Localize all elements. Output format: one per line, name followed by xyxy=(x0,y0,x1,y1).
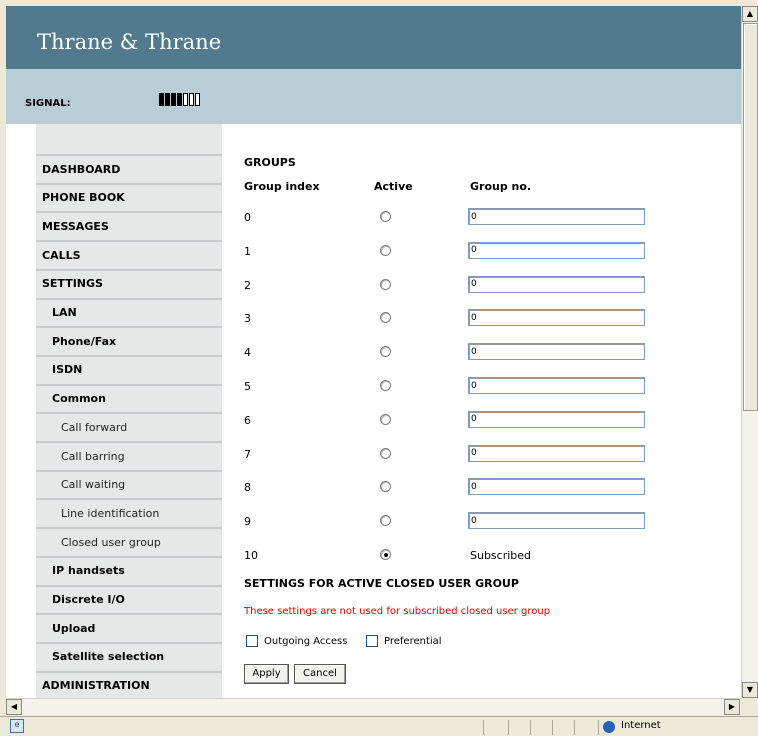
group-index-label: 5 xyxy=(244,380,251,393)
sidebar-item-line-identification[interactable]: Line identification xyxy=(36,498,222,526)
group-index-label: 1 xyxy=(244,244,251,258)
sidebar-item-administration[interactable]: ADMINISTRATION xyxy=(36,670,222,698)
main-panel: GROUPS Group index Active Group no. 0 1 2 3… xyxy=(222,124,741,698)
sidebar-item-upload[interactable]: Upload xyxy=(36,613,222,641)
signal-bar-segment xyxy=(171,93,176,106)
brand-logo: Thrane & Thrane xyxy=(37,30,222,54)
scroll-left-icon[interactable]: ◀ xyxy=(6,699,22,715)
column-header-index: Group index xyxy=(244,180,320,193)
group-active-radio[interactable] xyxy=(380,211,391,222)
group-index-label: 2 xyxy=(244,278,251,292)
preferential-checkbox[interactable] xyxy=(366,635,378,647)
group-active-radio[interactable] xyxy=(380,447,391,459)
sidebar-item-dashboard[interactable]: DASHBOARD xyxy=(36,154,222,182)
signal-bar-segment xyxy=(165,93,170,106)
sidebar-item-call-forward[interactable]: Call forward xyxy=(36,412,222,440)
signal-bar-segment xyxy=(183,93,188,106)
status-divider xyxy=(530,720,531,735)
group-active-radio[interactable] xyxy=(380,413,391,425)
horizontal-scrollbar[interactable]: ◀ ▶ xyxy=(6,698,741,715)
sidebar-item-isdn[interactable]: ISDN xyxy=(36,354,222,383)
group-number-input[interactable] xyxy=(468,309,645,327)
group-active-radio[interactable] xyxy=(380,380,391,391)
group-active-radio[interactable] xyxy=(380,346,391,358)
group-index-label: 10 xyxy=(244,549,258,562)
security-zone-label: Internet xyxy=(621,720,661,731)
group-index-label: 7 xyxy=(244,447,251,461)
sidebar-item-phone-fax[interactable]: Phone/Fax xyxy=(36,326,222,354)
group-number-input[interactable] xyxy=(468,444,645,462)
group-index-label: 8 xyxy=(244,481,251,495)
status-divider xyxy=(508,720,509,735)
signal-meter xyxy=(159,93,200,106)
cancel-button[interactable]: Cancel xyxy=(294,664,346,684)
status-divider xyxy=(552,720,553,735)
sidebar-item-calls[interactable]: CALLS xyxy=(36,240,222,268)
outgoing-access-checkbox[interactable] xyxy=(246,635,258,647)
group-active-radio[interactable] xyxy=(380,312,391,324)
sidebar-item-satellite-selection[interactable]: Satellite selection xyxy=(36,641,222,670)
sidebar-item-settings[interactable]: SETTINGS xyxy=(36,268,222,297)
column-header-group-no: Group no. xyxy=(470,180,532,193)
scroll-up-icon[interactable]: ▲ xyxy=(742,6,758,22)
apply-button[interactable]: Apply xyxy=(244,664,289,684)
status-divider xyxy=(483,720,484,735)
scroll-right-icon[interactable]: ▶ xyxy=(724,699,740,715)
group-active-radio[interactable] xyxy=(380,278,391,290)
page-header: Thrane & Thrane xyxy=(6,6,741,69)
signal-bar: SIGNAL: xyxy=(6,69,741,124)
group-number-input[interactable] xyxy=(468,377,645,394)
group-active-radio[interactable] xyxy=(380,244,391,256)
group-number-input[interactable] xyxy=(468,512,645,530)
group-number-input[interactable] xyxy=(468,343,645,361)
group-index-label: 0 xyxy=(244,211,251,224)
sidebar-item-lan[interactable]: LAN xyxy=(36,297,222,326)
group-active-radio[interactable] xyxy=(380,549,391,560)
group-index-label: 6 xyxy=(244,413,251,427)
group-number-input[interactable] xyxy=(468,478,645,496)
signal-bar-segment xyxy=(177,93,182,106)
page-icon: e xyxy=(10,719,24,733)
internet-zone-icon xyxy=(603,721,615,733)
sidebar-item-messages[interactable]: MESSAGES xyxy=(36,211,222,239)
group-active-radio[interactable] xyxy=(380,515,391,527)
vertical-scroll-thumb[interactable] xyxy=(743,23,758,411)
sidebar-item-call-waiting[interactable]: Call waiting xyxy=(36,469,222,498)
active-settings-title: SETTINGS FOR ACTIVE CLOSED USER GROUP xyxy=(244,577,519,590)
group-number-input[interactable] xyxy=(468,208,645,225)
status-divider xyxy=(574,720,575,735)
status-divider xyxy=(598,720,599,735)
sidebar-item-ip-handsets[interactable]: IP handsets xyxy=(36,555,222,584)
group-active-radio[interactable] xyxy=(380,481,391,493)
sidebar-nav: DASHBOARD PHONE BOOK MESSAGES CALLS SETTINGS… xyxy=(36,124,222,698)
vertical-scrollbar[interactable]: ▲ ▼ xyxy=(741,6,758,698)
signal-label: SIGNAL: xyxy=(25,98,71,109)
scroll-down-icon[interactable]: ▼ xyxy=(742,682,758,698)
signal-bar-segment xyxy=(159,93,164,106)
browser-window: Thrane & Thrane SIGNAL: DASHBOARD PHONE B… xyxy=(0,0,758,736)
outgoing-access-label: Outgoing Access xyxy=(264,636,348,647)
group-index-label: 3 xyxy=(244,312,251,326)
group-number-input[interactable] xyxy=(468,241,645,259)
sidebar-item-common[interactable]: Common xyxy=(36,383,222,412)
page-viewport: Thrane & Thrane SIGNAL: DASHBOARD PHONE B… xyxy=(6,6,741,698)
signal-bar-segment xyxy=(195,93,200,106)
sidebar-item-closed-user-group[interactable]: Closed user group xyxy=(36,527,222,555)
group-number-input[interactable] xyxy=(468,410,645,428)
groups-title: GROUPS xyxy=(244,156,296,169)
sidebar-item-call-barring[interactable]: Call barring xyxy=(36,441,222,469)
sidebar-item-phone-book[interactable]: PHONE BOOK xyxy=(36,182,222,211)
group-number-input[interactable] xyxy=(468,275,645,293)
status-bar: e Internet xyxy=(0,716,758,736)
signal-bar-segment xyxy=(189,93,194,106)
column-header-active: Active xyxy=(374,180,413,193)
settings-warning: These settings are not used for subscrib… xyxy=(244,606,551,617)
group-subscribed-label: Subscribed xyxy=(470,549,532,562)
group-index-label: 4 xyxy=(244,346,251,360)
preferential-label: Preferential xyxy=(384,636,442,647)
group-index-label: 9 xyxy=(244,515,251,529)
sidebar-item-discrete-i-o[interactable]: Discrete I/O xyxy=(36,584,222,613)
